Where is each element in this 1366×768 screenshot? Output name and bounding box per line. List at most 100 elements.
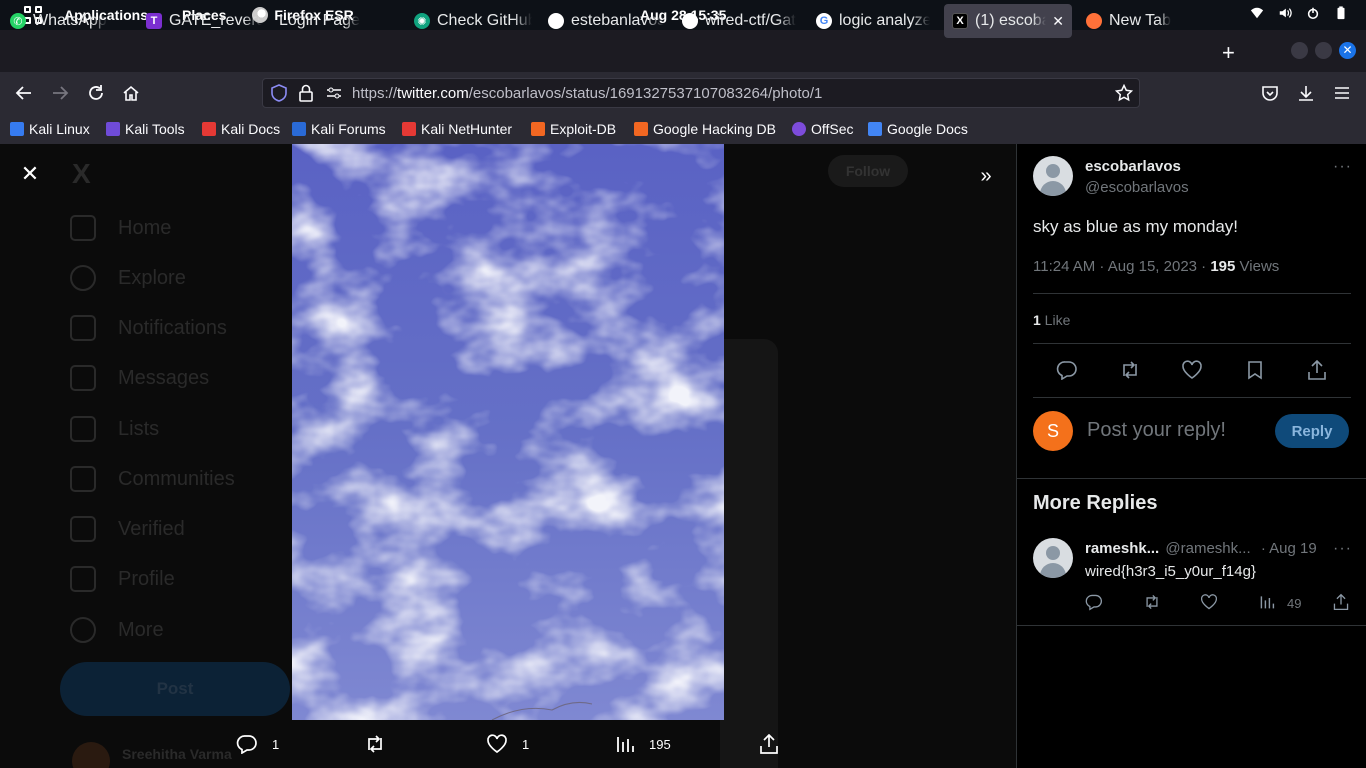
- bookmark-icon[interactable]: [1245, 360, 1265, 380]
- hamburger-menu-icon[interactable]: [1333, 84, 1351, 102]
- follow-button[interactable]: Follow: [828, 155, 908, 187]
- share-icon: [760, 734, 778, 754]
- download-icon[interactable]: [1297, 84, 1315, 102]
- close-icon[interactable]: ✕: [16, 160, 44, 188]
- url-text[interactable]: https://twitter.com/escobarlavos/status/…: [352, 85, 822, 102]
- tab-twitter-active[interactable]: X (1) escobarla ✕: [944, 4, 1072, 38]
- tab-wired-ctf[interactable]: wired-ctf/Gat: [682, 4, 798, 38]
- bookmark-kali-docs[interactable]: Kali Docs: [202, 121, 280, 137]
- divider: [1017, 478, 1366, 479]
- background-media-card: [720, 339, 778, 768]
- repost-icon: [368, 735, 382, 753]
- bookmark-google-hacking-db[interactable]: Google Hacking DB: [634, 121, 776, 137]
- heart-icon[interactable]: [1181, 360, 1203, 380]
- pocket-icon[interactable]: [1261, 84, 1279, 102]
- more-replies-heading: More Replies: [1033, 492, 1158, 514]
- chatgpt-icon: ✺: [414, 13, 430, 29]
- bookmark-kali-tools[interactable]: Kali Tools: [106, 121, 185, 137]
- collapse-panel-icon[interactable]: »: [970, 160, 1002, 192]
- nav-more[interactable]: More: [70, 610, 164, 650]
- kali-icon: [10, 122, 24, 136]
- share-icon[interactable]: [1306, 360, 1328, 380]
- reply-icon: [236, 735, 257, 754]
- tab-whatsapp[interactable]: ✆ WhatsApp: [10, 4, 128, 38]
- volume-icon[interactable]: [1278, 6, 1292, 20]
- nav-lists[interactable]: Lists: [70, 409, 159, 449]
- more-options-icon[interactable]: ···: [1333, 158, 1352, 176]
- home-icon: [70, 215, 96, 241]
- tweet-detail-panel: escobarlavos @escobarlavos ··· sky as bl…: [1016, 144, 1366, 768]
- system-tray: [1250, 6, 1348, 20]
- author-display-name[interactable]: escobarlavos: [1085, 158, 1181, 175]
- bookmark-exploit-db[interactable]: Exploit-DB: [531, 121, 616, 137]
- tab-new-tab[interactable]: New Tab: [1086, 4, 1206, 38]
- photo-share-button[interactable]: [758, 734, 794, 754]
- nethunter-icon: [402, 122, 416, 136]
- kali-tools-icon: [106, 122, 120, 136]
- heart-icon[interactable]: [1200, 593, 1218, 611]
- bookmark-offsec[interactable]: OffSec: [792, 121, 854, 137]
- bookmark-star-icon[interactable]: [1115, 84, 1133, 102]
- battery-icon[interactable]: [1334, 6, 1348, 20]
- x-logo-icon: X: [952, 13, 968, 29]
- x-logo-icon: X: [72, 158, 91, 189]
- tab-login-page[interactable]: Login Page: [279, 4, 397, 38]
- likes-count[interactable]: 1 Like: [1033, 312, 1070, 328]
- forward-icon[interactable]: [51, 84, 69, 102]
- reply-icon[interactable]: [1085, 593, 1103, 611]
- nav-communities[interactable]: Communities: [70, 459, 235, 499]
- repost-icon[interactable]: [1143, 593, 1161, 611]
- minimize-button[interactable]: [1291, 42, 1308, 59]
- nav-verified[interactable]: Verified: [70, 509, 185, 549]
- nav-profile[interactable]: Profile: [70, 559, 175, 599]
- reply-input[interactable]: Post your reply!: [1087, 419, 1226, 442]
- repost-icon[interactable]: [1119, 360, 1141, 380]
- permissions-icon[interactable]: [325, 84, 343, 102]
- photo-reply-button[interactable]: 1: [236, 734, 279, 754]
- photo-views-button[interactable]: 195: [615, 734, 671, 754]
- tweet-photo[interactable]: [292, 144, 724, 720]
- author-avatar[interactable]: [1033, 156, 1073, 196]
- close-window-button[interactable]: ✕: [1339, 42, 1356, 59]
- new-tab-button[interactable]: +: [1222, 40, 1235, 66]
- shield-icon[interactable]: [270, 84, 288, 102]
- github-icon: [682, 13, 698, 29]
- bookmark-kali-linux[interactable]: Kali Linux: [10, 121, 90, 137]
- maximize-button[interactable]: [1315, 42, 1332, 59]
- share-icon[interactable]: [1332, 593, 1350, 611]
- close-tab-icon[interactable]: ✕: [1052, 13, 1064, 30]
- wifi-icon[interactable]: [1250, 6, 1264, 20]
- whatsapp-icon: ✆: [10, 13, 26, 29]
- sky-clouds-image: [292, 144, 724, 720]
- reply-user-avatar: S: [1033, 411, 1073, 451]
- lock-icon[interactable]: [297, 84, 315, 102]
- post-button[interactable]: Post: [60, 662, 290, 716]
- nav-explore[interactable]: Explore: [70, 258, 186, 298]
- nav-notifications[interactable]: Notifications: [70, 308, 227, 348]
- bookmark-kali-forums[interactable]: Kali Forums: [292, 121, 386, 137]
- photo-like-button[interactable]: 1: [486, 734, 529, 754]
- reply-views-count: 49: [1287, 596, 1302, 611]
- power-icon[interactable]: [1306, 6, 1320, 20]
- tab-gate-reversing[interactable]: T GATE_reversi: [146, 4, 262, 38]
- nav-home[interactable]: Home: [70, 208, 171, 248]
- bookmark-google-docs[interactable]: Google Docs: [868, 121, 968, 137]
- bookmarks-toolbar: Kali Linux Kali Tools Kali Docs Kali For…: [0, 114, 1366, 144]
- views-chart-icon[interactable]: [1259, 594, 1275, 610]
- bell-icon: [70, 315, 96, 341]
- reply-icon[interactable]: [1056, 360, 1078, 380]
- photo-repost-button[interactable]: [364, 734, 400, 754]
- back-icon[interactable]: [15, 84, 33, 102]
- reply-more-options-icon[interactable]: ···: [1333, 540, 1352, 558]
- home-icon[interactable]: [122, 84, 140, 102]
- verified-icon: [70, 516, 96, 542]
- bookmark-kali-nethunter[interactable]: Kali NetHunter: [402, 121, 512, 137]
- reply-author-avatar[interactable]: [1033, 538, 1073, 578]
- reply-button[interactable]: Reply: [1275, 414, 1349, 448]
- nav-messages[interactable]: Messages: [70, 358, 209, 398]
- tab-check-github[interactable]: ✺ Check GitHub: [414, 4, 532, 38]
- tab-logic-analyzer[interactable]: G logic analyzer: [816, 4, 930, 38]
- tab-estebanlavos[interactable]: estebanlavos: [548, 4, 664, 38]
- reload-icon[interactable]: [87, 84, 105, 102]
- author-handle[interactable]: @escobarlavos: [1085, 179, 1189, 196]
